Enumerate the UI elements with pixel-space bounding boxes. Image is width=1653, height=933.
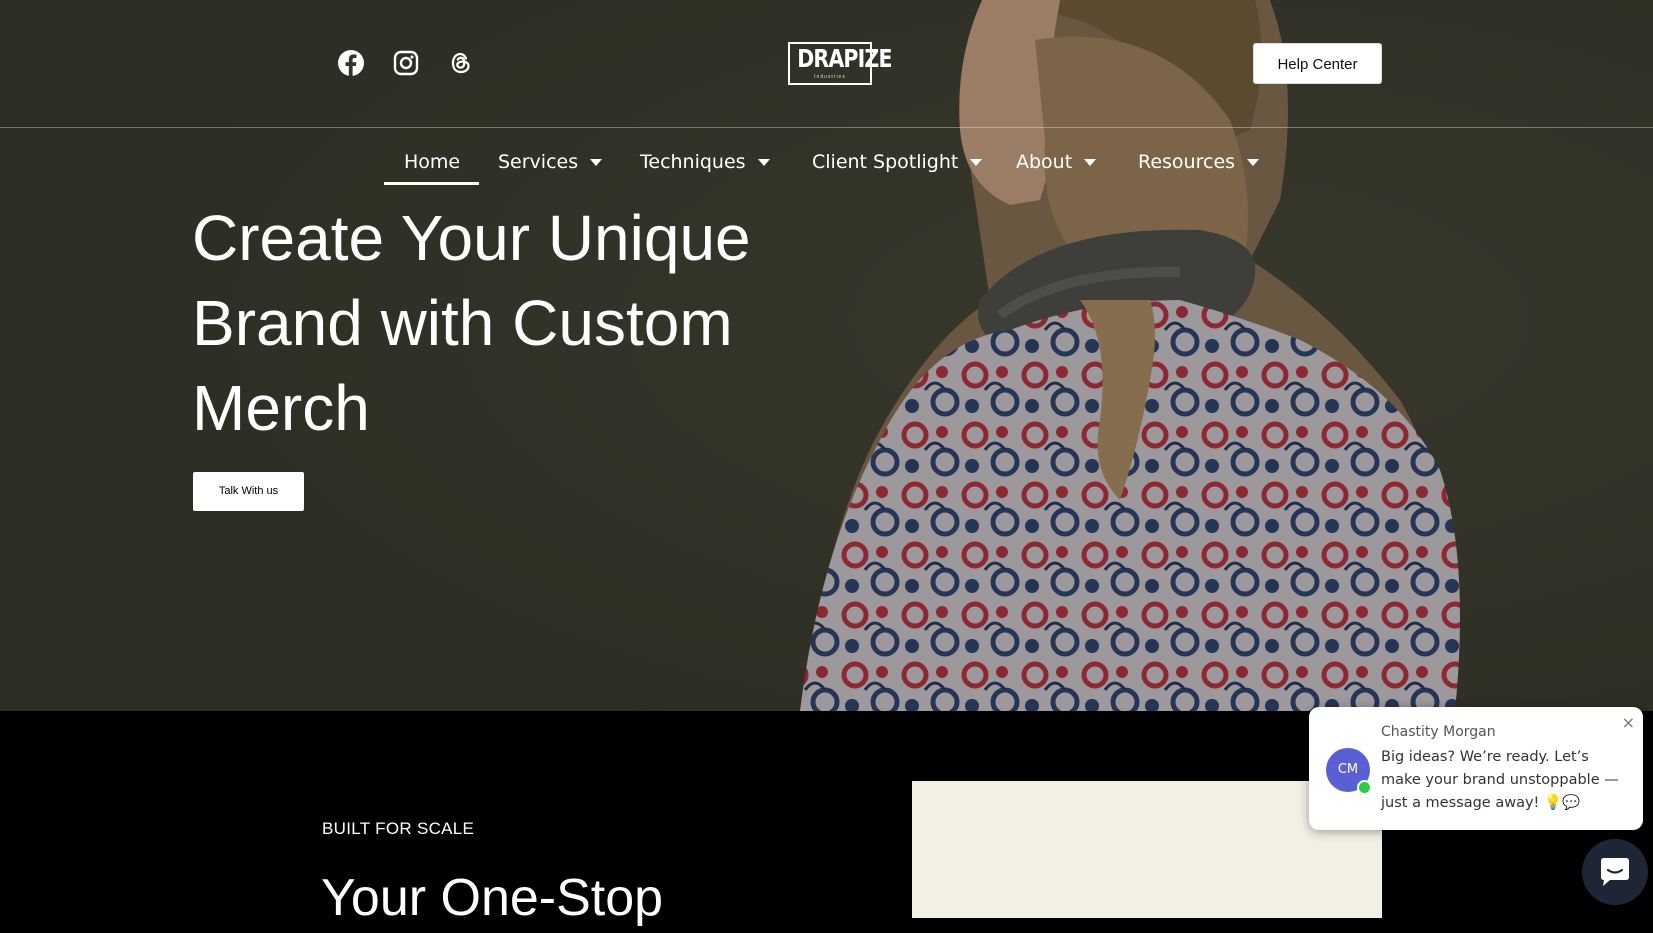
nav-item-label: Services — [498, 151, 579, 173]
logo-tagline: Industries — [814, 74, 846, 80]
nav-item-techniques[interactable]: Techniques — [640, 146, 770, 178]
nav-item-label: About — [1016, 151, 1073, 173]
header-divider — [0, 127, 1653, 128]
close-icon[interactable]: × — [1622, 713, 1635, 732]
chat-bubble-icon — [1601, 858, 1629, 886]
nav-item-resources[interactable]: Resources — [1138, 146, 1260, 178]
nav-item-label: Home — [404, 151, 461, 173]
hero-section: DRAPIZE Industries Help Center Home Serv… — [0, 0, 1653, 711]
section-eyebrow: BUILT FOR SCALE — [322, 819, 475, 838]
facebook-icon[interactable] — [337, 49, 365, 77]
caret-down-icon — [757, 159, 770, 166]
caret-down-icon — [1084, 159, 1097, 166]
help-center-button[interactable]: Help Center — [1253, 43, 1382, 84]
header-bar: DRAPIZE Industries Help Center — [0, 0, 1653, 127]
logo-wordmark: DRAPIZE — [797, 44, 892, 73]
nav-item-client-spotlight[interactable]: Client Spotlight — [812, 146, 983, 178]
caret-down-icon — [1247, 159, 1260, 166]
online-status-dot — [1357, 780, 1372, 795]
instagram-icon[interactable] — [392, 49, 420, 77]
threads-icon[interactable] — [447, 49, 475, 77]
caret-down-icon — [590, 159, 603, 166]
chat-message: Big ideas? We’re ready. Let’s make your … — [1381, 749, 1619, 811]
chat-agent-name: Chastity Morgan — [1381, 724, 1496, 740]
nav-item-about[interactable]: About — [1016, 146, 1097, 178]
chat-popup[interactable]: × CM Chastity Morgan Big ideas? We’re re… — [1309, 707, 1643, 830]
drapize-logo[interactable]: DRAPIZE Industries — [788, 42, 892, 85]
nav-item-label: Techniques — [640, 151, 746, 173]
nav-item-label: Resources — [1138, 151, 1236, 173]
caret-down-icon — [970, 159, 983, 166]
section-heading: Your One-Stop — [321, 869, 664, 927]
hero-heading: Create Your Unique Brand with Custom Mer… — [192, 202, 751, 444]
nav-item-services[interactable]: Services — [498, 146, 603, 178]
nav-item-label: Client Spotlight — [812, 151, 959, 173]
chat-launcher-button[interactable] — [1582, 839, 1648, 905]
nav-item-home[interactable]: Home — [404, 146, 460, 178]
talk-with-us-button[interactable]: Talk With us — [193, 472, 304, 511]
nav-active-indicator — [384, 182, 479, 185]
